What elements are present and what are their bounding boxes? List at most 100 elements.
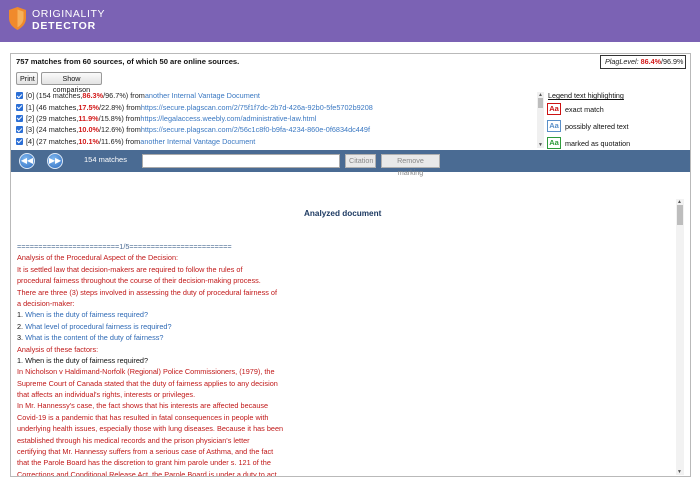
altered-text: What is the content of the duty of fairn…	[25, 333, 164, 343]
document-scrollbar[interactable]: ▲ ▼	[676, 199, 684, 475]
scroll-down-icon[interactable]: ▼	[538, 142, 543, 148]
source-prefix: [3] (24 matches,	[26, 125, 79, 135]
source-rest: /12.6%) from	[99, 125, 141, 135]
app-header: ORIGINALITY DETECTOR	[0, 0, 700, 42]
show-comparison-button[interactable]: Show comparison	[41, 72, 102, 94]
citation-button[interactable]: Citation	[345, 154, 376, 168]
fast-forward-icon: ▶▶	[48, 156, 62, 165]
source-percent: 10.0%	[78, 125, 100, 135]
exact-match-swatch: Aa	[547, 103, 561, 115]
line-number: 2.	[17, 321, 26, 331]
brand-line-2: DETECTOR	[32, 20, 96, 32]
document-text: ========================1/5=============…	[17, 241, 317, 476]
source-link[interactable]: https://secure.plagscan.com/2/75f1f7dc-2…	[141, 102, 373, 113]
document-line: In Mr. Hannessy's case, the fact shows t…	[17, 401, 269, 411]
legend-quotation: Aa marked as quotation	[547, 135, 687, 151]
altered-text-swatch: Aa	[547, 120, 561, 132]
analyzed-document-title: Analyzed document	[304, 209, 382, 218]
match-count: 154 matches	[84, 155, 127, 164]
document-line: Corrections and Conditional Release Act,…	[17, 469, 277, 476]
source-row: [4] (27 matches, 10.1%/11.6%) from anoth…	[16, 136, 536, 147]
legend-possibly-altered: Aa possibly altered text	[547, 118, 687, 134]
source-row: [1] (46 matches, 17.5%/22.8%) from https…	[16, 101, 536, 112]
source-list: [0] (154 matches, 86.3%/96.7%) from anot…	[16, 90, 536, 148]
match-toolbar: ◀◀ ▶▶ 154 matches Citation Remove markin…	[11, 150, 690, 177]
source-link[interactable]: https://legalaccess.weebly.com/administr…	[140, 113, 316, 124]
match-summary: 757 matches from 60 sources, of which 50…	[16, 57, 240, 66]
document-line: Analysis of these factors:	[17, 344, 99, 354]
source-percent: 17.5%	[78, 102, 100, 112]
document-line: underlying health issues, especially tho…	[17, 424, 284, 434]
source-prefix: [0] (154 matches,	[26, 91, 83, 101]
altered-text: What level of procedural fairness is req…	[25, 321, 172, 331]
document-line: 3. What is the content of the duty of fa…	[17, 332, 317, 343]
plag-level-box: PlagLevel: 86.4%/96.9%	[600, 55, 686, 69]
brand-line-1: ORIGINALITY	[32, 8, 106, 20]
plag-level-value: 86.4%	[640, 57, 661, 66]
legend-label: marked as quotation	[565, 138, 631, 148]
source-prefix: [4] (27 matches,	[26, 136, 79, 146]
search-input[interactable]	[142, 154, 340, 168]
scroll-thumb[interactable]	[677, 205, 683, 225]
source-checkbox[interactable]	[16, 126, 23, 134]
document-line: 1. When is the duty of fairness required…	[17, 355, 149, 365]
print-button[interactable]: Print	[16, 72, 38, 85]
line-number: 1.	[17, 310, 26, 320]
legend-title: Legend text highlighting	[548, 91, 624, 100]
source-prefix: [1] (46 matches,	[26, 102, 79, 112]
brand-name: ORIGINALITY DETECTOR	[32, 9, 105, 32]
document-line: 2. What level of procedural fairness is …	[17, 321, 317, 332]
remove-marking-button[interactable]: Remove marking	[381, 154, 440, 177]
source-link[interactable]: https://secure.plagscan.com/2/56c1c8f0-b…	[141, 124, 370, 135]
source-checkbox[interactable]	[16, 103, 23, 111]
document-line: There are three (3) steps involved in as…	[17, 287, 277, 297]
source-link[interactable]: another Internal Vantage Document	[140, 136, 255, 147]
source-rest: /22.8%) from	[99, 102, 141, 112]
legend-label: exact match	[565, 104, 604, 114]
plag-level-secondary: /96.9%	[660, 57, 684, 66]
source-prefix: [2] (29 matches,	[26, 113, 79, 123]
source-checkbox[interactable]	[16, 114, 23, 122]
legend-label: possibly altered text	[565, 121, 629, 131]
source-checkbox[interactable]	[16, 137, 23, 145]
scroll-down-icon[interactable]: ▼	[677, 469, 682, 475]
page-separator: ========================1/5=============…	[17, 242, 232, 251]
document-line: procedural fairness throughout the cours…	[17, 276, 261, 286]
source-percent: 10.1%	[78, 136, 100, 146]
source-percent: 11.9%	[78, 113, 99, 123]
source-percent: 86.3%	[82, 91, 104, 101]
highlight-legend: Legend text highlighting Aa exact match …	[547, 91, 687, 151]
scroll-thumb[interactable]	[538, 98, 543, 108]
document-line: established through his medical records …	[17, 435, 250, 445]
altered-text: When is the duty of fairness required?	[25, 310, 149, 320]
document-view: Analyzed document ======================…	[11, 173, 690, 476]
next-match-button[interactable]: ▶▶	[47, 153, 63, 169]
source-rest: /11.6%) from	[99, 136, 141, 146]
previous-match-button[interactable]: ◀◀	[19, 153, 35, 169]
source-list-scrollbar[interactable]: ▲ ▼	[537, 92, 544, 148]
report-panel: 757 matches from 60 sources, of which 50…	[10, 53, 691, 477]
source-rest: /96.7%) from	[103, 91, 145, 101]
document-line: that the Parole Board has the discretion…	[17, 458, 271, 468]
source-row: [0] (154 matches, 86.3%/96.7%) from anot…	[16, 90, 536, 101]
document-line: Supreme Court of Canada stated that the …	[17, 378, 278, 388]
source-row: [2] (29 matches, 11.9%/15.8%) from https…	[16, 113, 536, 124]
source-link[interactable]: another Internal Vantage Document	[145, 90, 260, 101]
plag-level-label: PlagLevel:	[605, 57, 639, 66]
source-checkbox[interactable]	[16, 92, 23, 100]
document-line: Covid-19 is a pandemic that has resulted…	[17, 412, 269, 422]
document-line: In Nicholson v Haldimand-Norfolk (Region…	[17, 367, 275, 377]
quotation-swatch: Aa	[547, 137, 561, 149]
document-line: Analysis of the Procedural Aspect of the…	[17, 253, 179, 263]
source-rest: /15.8%) from	[98, 113, 141, 123]
line-number: 3.	[17, 333, 26, 343]
document-line: It is settled law that decision-makers a…	[17, 264, 243, 274]
legend-exact-match: Aa exact match	[547, 101, 687, 117]
rewind-icon: ◀◀	[20, 156, 34, 165]
document-line: certifying that Mr. Hannessy suffers fro…	[17, 447, 274, 457]
source-row: [3] (24 matches, 10.0%/12.6%) from https…	[16, 124, 536, 135]
document-line: a decision-maker:	[17, 298, 75, 308]
document-line: 1. When is the duty of fairness required…	[17, 309, 317, 320]
shield-logo-icon	[9, 7, 26, 30]
document-line: that affects an individual's rights, int…	[17, 390, 196, 400]
